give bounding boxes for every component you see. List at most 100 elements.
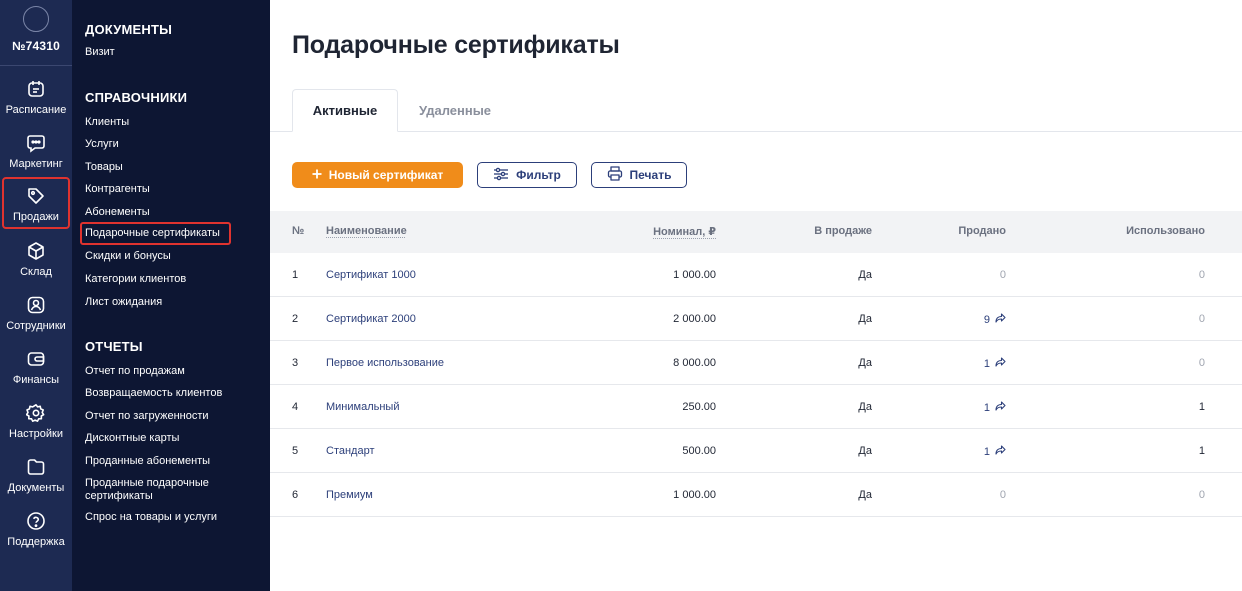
cell-on-sale: Да (858, 357, 872, 369)
avatar[interactable] (23, 6, 49, 32)
cell-used: 0 (1198, 269, 1205, 281)
table-row[interactable]: 5 Стандарт 500.00 Да 1 1 (270, 429, 1242, 473)
printer-icon (607, 166, 623, 184)
subnav-item-gift-certificates[interactable]: Подарочные сертификаты (80, 222, 231, 245)
cell-on-sale: Да (858, 401, 872, 413)
rail-label: Поддержка (7, 536, 65, 548)
tab-deleted[interactable]: Удаленные (410, 89, 500, 132)
section-title-documents: ДОКУМЕНТЫ (85, 22, 173, 37)
account-block[interactable]: №74310 (0, 0, 72, 66)
print-label: Печать (629, 168, 672, 182)
subnav-item-sold-subscriptions[interactable]: Проданные абонементы (85, 455, 210, 468)
cell-name-link[interactable]: Первое использование (326, 357, 444, 369)
subnav-item-discount-cards[interactable]: Дисконтные карты (85, 432, 179, 445)
cell-name-link[interactable]: Сертификат 2000 (326, 313, 416, 325)
cell-nominal: 500.00 (682, 445, 716, 457)
sold-count: 1 (983, 401, 990, 414)
sliders-icon (493, 167, 509, 184)
col-header-name[interactable]: Наименование (326, 225, 407, 237)
cell-used: 1 (1198, 401, 1205, 413)
cell-name-link[interactable]: Сертификат 1000 (326, 269, 416, 281)
subnav-item-demand[interactable]: Спрос на товары и услуги (85, 511, 217, 524)
section-title-reports: ОТЧЕТЫ (85, 339, 143, 354)
tag-icon (25, 185, 47, 207)
question-icon (25, 510, 47, 532)
table-row[interactable]: 4 Минимальный 250.00 Да 1 1 (270, 385, 1242, 429)
cell-sold-link[interactable]: 1 (984, 445, 1006, 458)
print-button[interactable]: Печать (591, 162, 687, 188)
subnav-item-client-categories[interactable]: Категории клиентов (85, 273, 186, 286)
subnav-item-waitlist[interactable]: Лист ожидания (85, 296, 162, 309)
cell-on-sale: Да (858, 489, 872, 501)
subnav-item-retention[interactable]: Возвращаемость клиентов (85, 387, 222, 400)
cell-used: 0 (1198, 489, 1205, 501)
cell-nominal: 2 000.00 (673, 313, 716, 325)
rail-item-support[interactable]: Поддержка (2, 504, 70, 556)
account-number: №74310 (12, 39, 60, 53)
rail-item-settings[interactable]: Настройки (2, 396, 70, 448)
app: №74310 Расписание Маркетинг Продажи Скла (0, 0, 1242, 591)
col-header-on-sale: В продаже (814, 225, 872, 237)
subnav-item-load-report[interactable]: Отчет по загруженности (85, 410, 209, 423)
rail-item-sales[interactable]: Продажи (2, 177, 70, 229)
folder-icon (25, 456, 47, 478)
subnav-item-services[interactable]: Услуги (85, 138, 119, 151)
cell-number: 1 (292, 269, 299, 281)
col-header-nominal[interactable]: Номинал, ₽ (653, 225, 716, 238)
cell-sold-link[interactable]: 9 (984, 313, 1006, 326)
subnav-item-discounts[interactable]: Скидки и бонусы (85, 250, 171, 263)
cell-used: 1 (1198, 445, 1205, 457)
col-header-sold: Продано (958, 225, 1006, 237)
main-content: Подарочные сертификаты Активные Удаленны… (270, 0, 1242, 591)
rail-item-warehouse[interactable]: Склад (2, 234, 70, 286)
col-header-number: № (292, 225, 305, 237)
sold-count: 1 (983, 445, 990, 458)
cell-sold-link[interactable]: 1 (984, 401, 1006, 414)
cell-used: 0 (1198, 313, 1205, 325)
rail-label: Маркетинг (9, 158, 63, 170)
calendar-icon (25, 78, 47, 100)
table-row[interactable]: 1 Сертификат 1000 1 000.00 Да 0 0 (270, 253, 1242, 297)
person-icon (25, 294, 47, 316)
page-title: Подарочные сертификаты (292, 31, 620, 59)
table-row[interactable]: 6 Премиум 1 000.00 Да 0 0 (270, 473, 1242, 517)
cell-sold-link[interactable]: 1 (984, 357, 1006, 370)
subnav-item-contractors[interactable]: Контрагенты (85, 183, 150, 196)
cell-number: 4 (292, 401, 299, 413)
new-certificate-button[interactable]: Новый сертификат (292, 162, 463, 188)
cell-number: 6 (292, 489, 299, 501)
cell-on-sale: Да (858, 269, 872, 281)
cell-number: 5 (292, 445, 299, 457)
tab-active[interactable]: Активные (292, 89, 398, 132)
subnav-item-clients[interactable]: Клиенты (85, 116, 129, 129)
table-header: № Наименование Номинал, ₽ В продаже Прод… (270, 211, 1242, 253)
wallet-icon (25, 348, 47, 370)
share-arrow-icon (995, 445, 1006, 458)
rail-item-staff[interactable]: Сотрудники (2, 288, 70, 340)
cell-sold: 0 (999, 269, 1006, 281)
sold-count: 1 (983, 357, 990, 370)
cell-on-sale: Да (858, 313, 872, 325)
subnav-item-sales-report[interactable]: Отчет по продажам (85, 365, 185, 378)
rail-label: Сотрудники (6, 320, 66, 332)
filter-button[interactable]: Фильтр (477, 162, 577, 188)
cell-nominal: 250.00 (682, 401, 716, 413)
cell-nominal: 1 000.00 (673, 489, 716, 501)
table-row[interactable]: 3 Первое использование 8 000.00 Да 1 0 (270, 341, 1242, 385)
cell-name-link[interactable]: Премиум (326, 489, 373, 501)
rail-item-documents[interactable]: Документы (2, 450, 70, 502)
rail-item-finance[interactable]: Финансы (2, 342, 70, 394)
gear-icon (25, 402, 47, 424)
rail-item-schedule[interactable]: Расписание (2, 72, 70, 124)
subnav-item-subscriptions[interactable]: Абонементы (85, 206, 150, 219)
subnav-item-sold-certificates[interactable]: Проданные подарочные сертификаты (85, 477, 255, 503)
rail-label: Документы (7, 482, 65, 494)
subnav-item-goods[interactable]: Товары (85, 161, 123, 174)
rail-item-marketing[interactable]: Маркетинг (2, 126, 70, 178)
table-row[interactable]: 2 Сертификат 2000 2 000.00 Да 9 0 (270, 297, 1242, 341)
cell-name-link[interactable]: Стандарт (326, 445, 375, 457)
subnav-item-visit[interactable]: Визит (85, 46, 115, 59)
certificates-table: № Наименование Номинал, ₽ В продаже Прод… (270, 211, 1242, 517)
share-arrow-icon (995, 401, 1006, 414)
cell-name-link[interactable]: Минимальный (326, 401, 399, 413)
